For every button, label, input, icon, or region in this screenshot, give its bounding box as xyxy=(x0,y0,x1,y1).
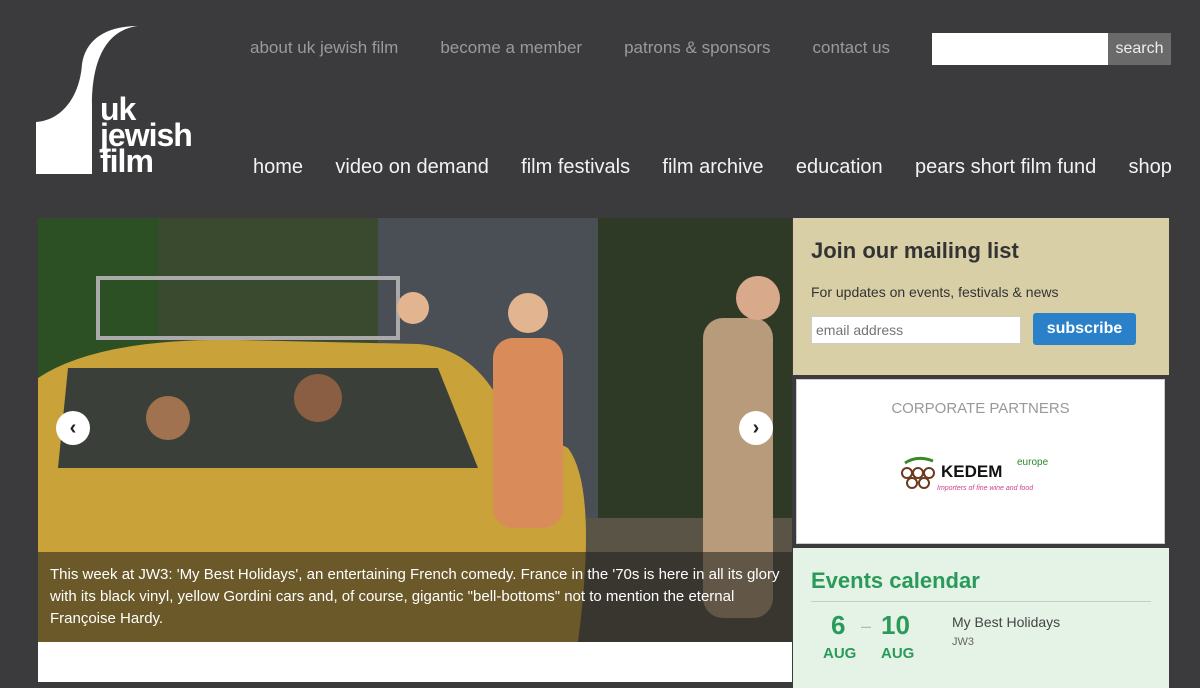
nav-patrons-sponsors[interactable]: patrons & sponsors xyxy=(624,38,770,58)
events-calendar-panel: Events calendar 6 – 10 AUG AUG My Best H… xyxy=(793,548,1169,688)
divider xyxy=(811,601,1151,602)
nav-pears-short-film-fund[interactable]: pears short film fund xyxy=(915,156,1096,179)
search-input[interactable] xyxy=(932,33,1108,65)
kedem-tagline: Importers of fine wine and food xyxy=(937,485,1034,492)
mailing-subtitle: For updates on events, festivals & news xyxy=(811,284,1059,300)
kedem-suffix: europe xyxy=(1017,457,1049,468)
event-end-day: 10 xyxy=(881,610,910,640)
events-title: Events calendar xyxy=(811,568,980,593)
search-button[interactable]: search xyxy=(1108,33,1171,65)
email-field[interactable] xyxy=(811,316,1021,344)
nav-contact[interactable]: contact us xyxy=(813,38,891,58)
date-range-dash: – xyxy=(861,616,872,636)
slider-prev-button[interactable]: ‹ xyxy=(56,411,90,445)
grapes-icon xyxy=(901,456,935,489)
mailing-list-panel: Join our mailing list For updates on eve… xyxy=(793,218,1169,375)
nav-become-member[interactable]: become a member xyxy=(440,38,582,58)
nav-film-festivals[interactable]: film festivals xyxy=(521,156,630,179)
kedem-logo[interactable]: KEDEM europe Importers of fine wine and … xyxy=(897,455,1065,497)
nav-education[interactable]: education xyxy=(796,156,883,179)
mailing-title: Join our mailing list xyxy=(811,238,1019,263)
event-start-day: 6 xyxy=(831,610,846,640)
nav-about[interactable]: about uk jewish film xyxy=(250,38,398,58)
main-navigation: home video on demand film festivals film… xyxy=(253,156,1172,179)
event-venue: JW3 xyxy=(952,636,974,648)
top-navigation: about uk jewish film become a member pat… xyxy=(250,38,932,58)
slider-next-button[interactable]: › xyxy=(739,411,773,445)
kedem-name: KEDEM xyxy=(941,462,1003,481)
logo-text: uk jewish film xyxy=(100,93,193,177)
nav-video-on-demand[interactable]: video on demand xyxy=(335,156,488,179)
nav-home[interactable]: home xyxy=(253,156,303,179)
partners-heading: CORPORATE PARTNERS xyxy=(891,400,1070,417)
subscribe-button[interactable]: subscribe xyxy=(1033,313,1136,345)
event-start-month: AUG xyxy=(823,645,857,662)
corporate-partners-panel: CORPORATE PARTNERS KEDEM europe Importer… xyxy=(796,379,1165,544)
nav-film-archive[interactable]: film archive xyxy=(662,156,763,179)
site-logo[interactable]: uk jewish film xyxy=(34,24,204,179)
event-end-month: AUG xyxy=(881,645,915,662)
event-title-link[interactable]: My Best Holidays xyxy=(952,614,1060,630)
content-area xyxy=(38,642,792,682)
hero-slider: ‹ › This week at JW3: 'My Best Holidays'… xyxy=(38,218,792,642)
hero-caption: This week at JW3: 'My Best Holidays', an… xyxy=(38,552,792,642)
nav-shop[interactable]: shop xyxy=(1129,156,1172,179)
